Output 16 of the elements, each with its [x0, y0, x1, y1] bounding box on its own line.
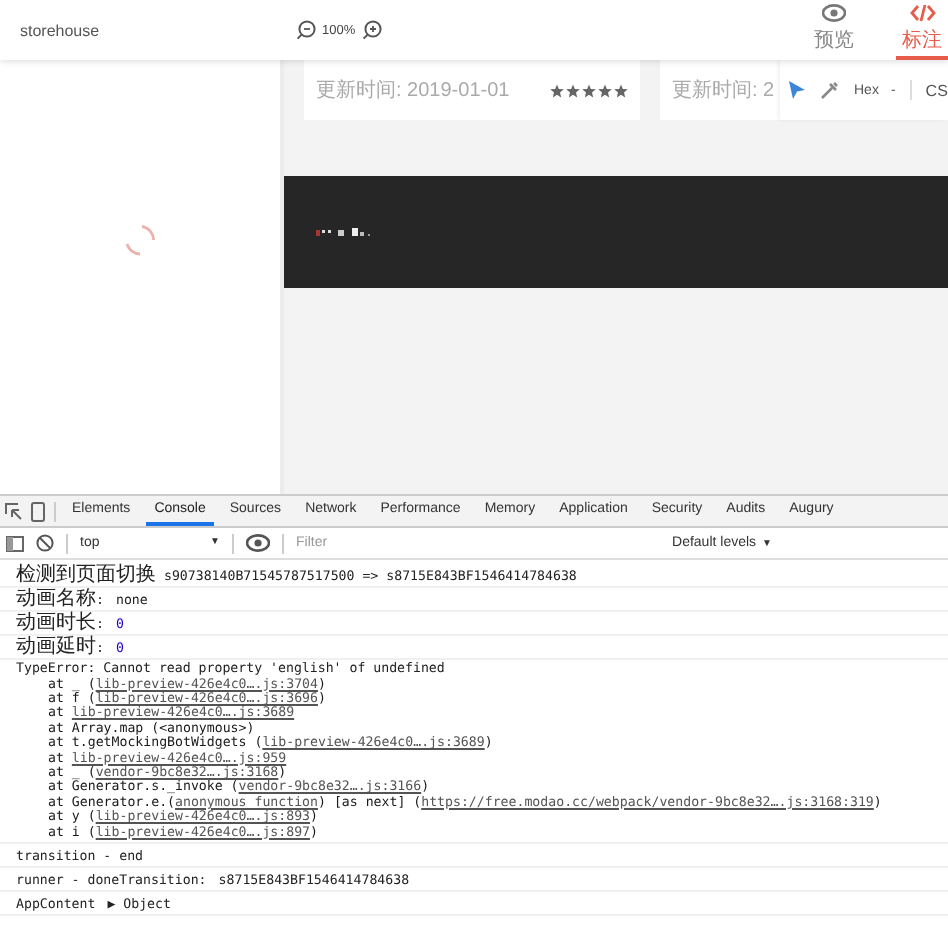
update-time: 更新时间: 2 — [672, 77, 775, 104]
inspect-icon[interactable] — [4, 502, 22, 520]
sidebar-icon[interactable] — [6, 535, 24, 551]
eye-icon — [822, 3, 846, 21]
device-icon[interactable] — [30, 501, 46, 521]
clear-icon[interactable] — [36, 534, 54, 552]
code-tab[interactable]: CS — [925, 81, 948, 99]
pointer-icon[interactable] — [788, 80, 806, 100]
eyedropper-icon[interactable] — [820, 80, 840, 100]
update-time: 更新时间: 2019-01-01 — [316, 77, 510, 104]
eye-icon[interactable] — [246, 534, 270, 552]
code-icon — [909, 3, 935, 21]
zoom-out-icon[interactable] — [296, 20, 316, 40]
project-title: storehouse — [18, 21, 102, 39]
mode-tab[interactable]: 预览 — [808, 0, 860, 60]
zoom-in-icon[interactable] — [361, 20, 382, 40]
